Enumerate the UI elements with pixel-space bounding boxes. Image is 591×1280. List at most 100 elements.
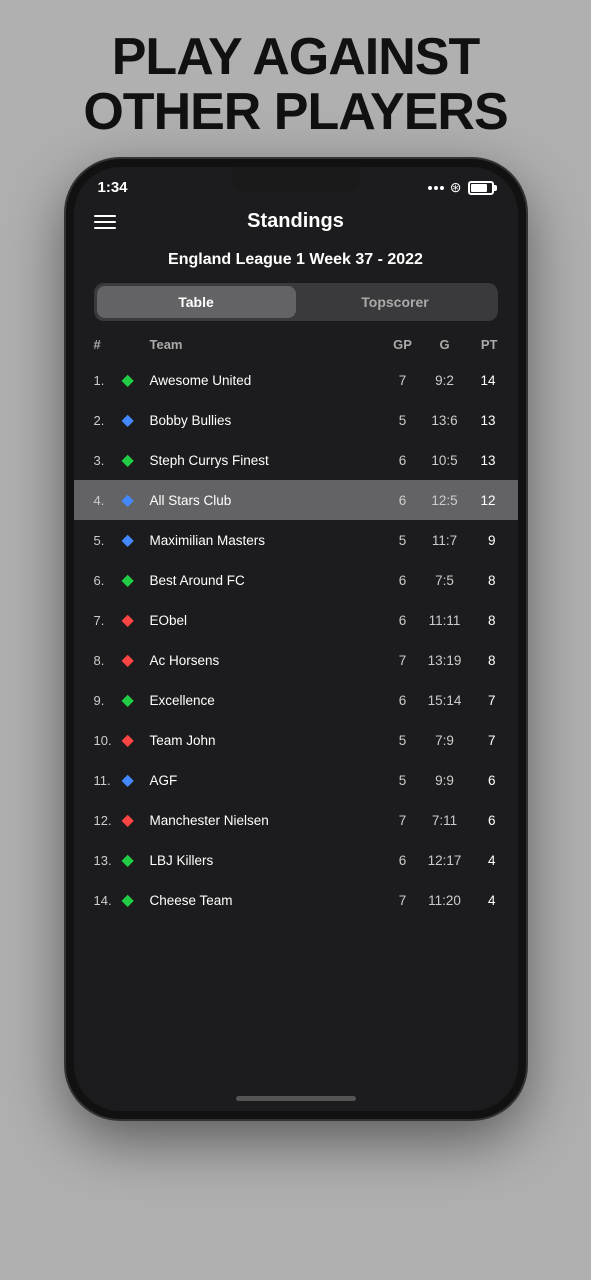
shirt-icon: ◆ [122,690,150,710]
table-row: 6. ◆ Best Around FC 6 7:5 8 [74,560,518,600]
shirt-icon: ◆ [122,370,150,390]
row-rank: 14. [94,893,122,908]
row-pt: 4 [468,853,498,868]
row-pt: 12 [468,493,498,508]
team-name: Ac Horsens [150,653,384,668]
shirt-icon: ◆ [122,570,150,590]
header-rank: # [94,337,122,352]
row-rank: 13. [94,853,122,868]
row-g: 7:9 [422,733,468,748]
table-row: 1. ◆ Awesome United 7 9:2 14 [74,360,518,400]
row-gp: 6 [384,853,422,868]
page-title: Standings [116,210,476,233]
tabs: Table Topscorer [94,283,498,321]
shirt-icon: ◆ [122,410,150,430]
table-row: 13. ◆ LBJ Killers 6 12:17 4 [74,840,518,880]
row-g: 11:11 [422,613,468,628]
row-rank: 9. [94,693,122,708]
row-g: 12:17 [422,853,468,868]
row-rank: 3. [94,453,122,468]
row-pt: 13 [468,413,498,428]
tab-table[interactable]: Table [97,286,296,318]
red-shirt-icon: ◆ [122,612,134,629]
blue-shirt-icon: ◆ [122,492,134,509]
hamburger-menu-icon[interactable] [94,215,116,229]
green-shirt-icon: ◆ [122,692,134,709]
home-indicator [236,1096,356,1101]
table-row: 3. ◆ Steph Currys Finest 6 10:5 13 [74,440,518,480]
row-rank: 7. [94,613,122,628]
shirt-icon: ◆ [122,610,150,630]
row-g: 7:5 [422,573,468,588]
green-shirt-icon: ◆ [122,452,134,469]
row-gp: 6 [384,613,422,628]
team-name: Manchester Nielsen [150,813,384,828]
row-rank: 12. [94,813,122,828]
dot2 [434,186,438,190]
team-name: Team John [150,733,384,748]
row-gp: 5 [384,733,422,748]
row-gp: 5 [384,413,422,428]
phone-screen: 1:34 ⊛ Standings [74,167,518,1111]
table-row: 2. ◆ Bobby Bullies 5 13:6 13 [74,400,518,440]
tab-topscorer[interactable]: Topscorer [296,286,495,318]
shirt-icon: ◆ [122,810,150,830]
row-g: 11:20 [422,893,468,908]
row-rank: 4. [94,493,122,508]
table-row: 8. ◆ Ac Horsens 7 13:19 8 [74,640,518,680]
hamburger-line-1 [94,215,116,217]
signal-dots [428,186,444,190]
table-row: 14. ◆ Cheese Team 7 11:20 4 [74,880,518,920]
header-pt: PT [468,337,498,352]
shirt-icon: ◆ [122,850,150,870]
row-pt: 8 [468,653,498,668]
table-row: 12. ◆ Manchester Nielsen 7 7:11 6 [74,800,518,840]
team-name: Maximilian Masters [150,533,384,548]
status-time: 1:34 [98,179,128,196]
table-row: 11. ◆ AGF 5 9:9 6 [74,760,518,800]
shirt-icon: ◆ [122,730,150,750]
team-name: EObel [150,613,384,628]
green-shirt-icon: ◆ [122,852,134,869]
team-name: Awesome United [150,373,384,388]
header-g: G [422,337,468,352]
team-name: Excellence [150,693,384,708]
blue-shirt-icon: ◆ [122,772,134,789]
shirt-icon: ◆ [122,650,150,670]
row-gp: 6 [384,493,422,508]
row-gp: 5 [384,773,422,788]
battery-fill [471,184,487,192]
row-g: 13:6 [422,413,468,428]
team-name: AGF [150,773,384,788]
wifi-icon: ⊛ [450,179,462,196]
green-shirt-icon: ◆ [122,572,134,589]
row-pt: 13 [468,453,498,468]
dot3 [440,186,444,190]
row-rank: 2. [94,413,122,428]
row-gp: 6 [384,453,422,468]
row-pt: 7 [468,693,498,708]
row-pt: 9 [468,533,498,548]
row-pt: 6 [468,773,498,788]
header-gp: GP [384,337,422,352]
battery-icon [468,181,494,195]
header-team: Team [150,337,384,352]
row-rank: 10. [94,733,122,748]
hamburger-line-2 [94,221,116,223]
headline-line2: OTHER PLAYERS [83,83,507,141]
team-name: Steph Currys Finest [150,453,384,468]
row-rank: 5. [94,533,122,548]
shirt-icon: ◆ [122,890,150,910]
table-row: 7. ◆ EObel 6 11:11 8 [74,600,518,640]
row-rank: 11. [94,773,122,788]
row-pt: 8 [468,613,498,628]
row-g: 15:14 [422,693,468,708]
row-pt: 6 [468,813,498,828]
row-rank: 6. [94,573,122,588]
row-gp: 7 [384,893,422,908]
row-pt: 14 [468,373,498,388]
status-icons: ⊛ [428,179,494,196]
row-g: 7:11 [422,813,468,828]
row-g: 13:19 [422,653,468,668]
row-g: 10:5 [422,453,468,468]
